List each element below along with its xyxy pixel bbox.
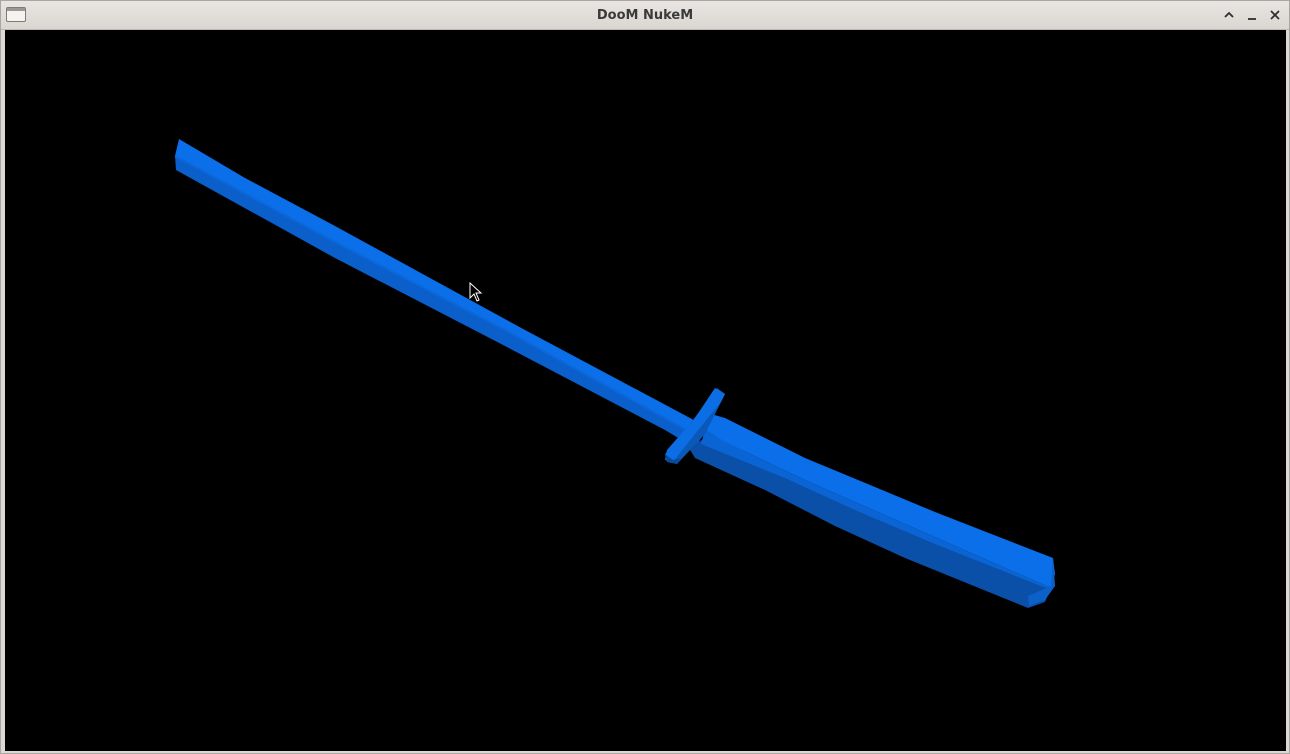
close-button[interactable] — [1266, 6, 1284, 24]
app-window: DooM NukeM — [0, 0, 1290, 754]
mouse-cursor-icon — [469, 282, 483, 302]
minimize-button[interactable] — [1243, 6, 1261, 24]
chevron-up-icon — [1224, 11, 1234, 18]
minimize-icon — [1248, 18, 1256, 20]
maximize-button[interactable] — [1220, 6, 1238, 24]
blade-top-face — [175, 139, 705, 438]
sword-model — [174, 139, 1055, 608]
render-viewport[interactable] — [5, 30, 1286, 751]
handle-top-face — [705, 414, 1055, 588]
title-bar[interactable]: DooM NukeM — [1, 1, 1289, 30]
blade-lower-face — [175, 156, 701, 448]
close-icon — [1270, 10, 1280, 20]
window-title: DooM NukeM — [596, 8, 694, 23]
